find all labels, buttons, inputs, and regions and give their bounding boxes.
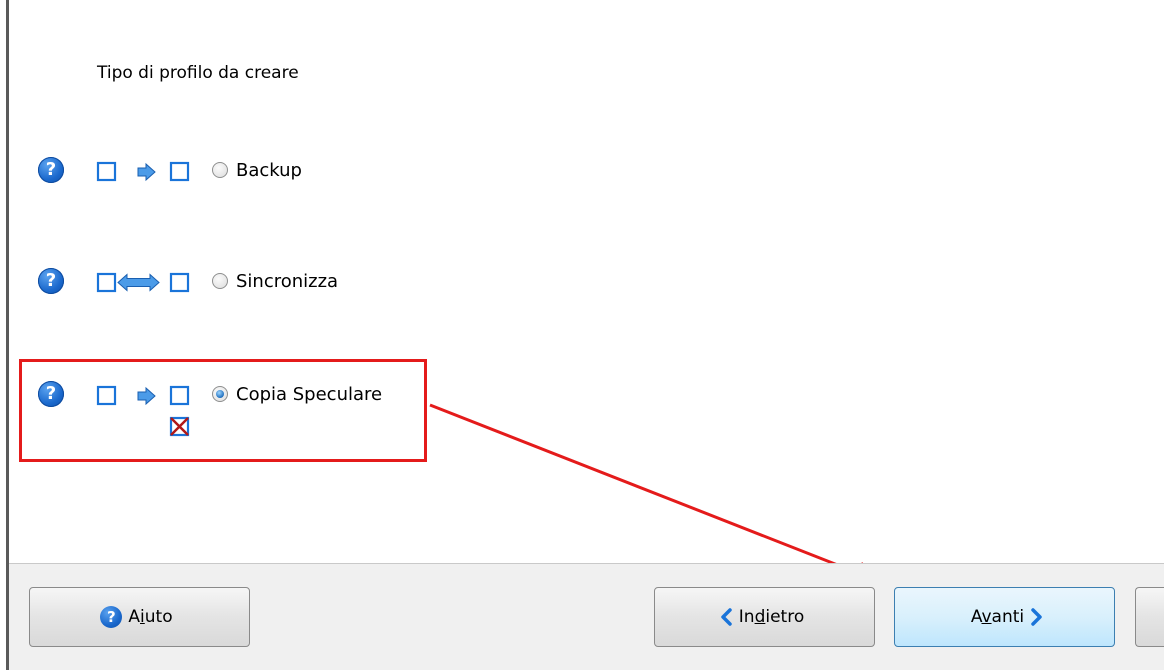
radio-label-backup[interactable]: Backup	[236, 160, 302, 181]
help-icon[interactable]: ?	[38, 157, 64, 183]
help-icon: ?	[100, 606, 123, 628]
back-button[interactable]: Indietro	[654, 587, 875, 647]
help-icon[interactable]: ?	[38, 268, 64, 294]
annotation-highlight-box	[19, 359, 427, 462]
help-button[interactable]: ? Aiuto	[29, 587, 250, 647]
cancel-button-partial[interactable]	[1135, 587, 1164, 647]
chevron-left-icon	[719, 608, 733, 626]
page-heading: Tipo di profilo da creare	[97, 63, 299, 83]
next-button-label: Avanti	[970, 607, 1025, 627]
back-button-label: Indietro	[738, 607, 805, 627]
backup-arrow-icon	[96, 161, 190, 182]
radio-sync[interactable]	[212, 273, 228, 289]
help-button-label: Aiuto	[128, 607, 173, 627]
sync-double-arrow-icon	[96, 272, 190, 293]
radio-label-sync[interactable]: Sincronizza	[236, 271, 338, 292]
radio-backup[interactable]	[212, 162, 228, 178]
chevron-right-icon	[1030, 608, 1044, 626]
button-bar: ? Aiuto Indietro Avanti	[9, 563, 1164, 670]
next-button[interactable]: Avanti	[894, 587, 1115, 647]
